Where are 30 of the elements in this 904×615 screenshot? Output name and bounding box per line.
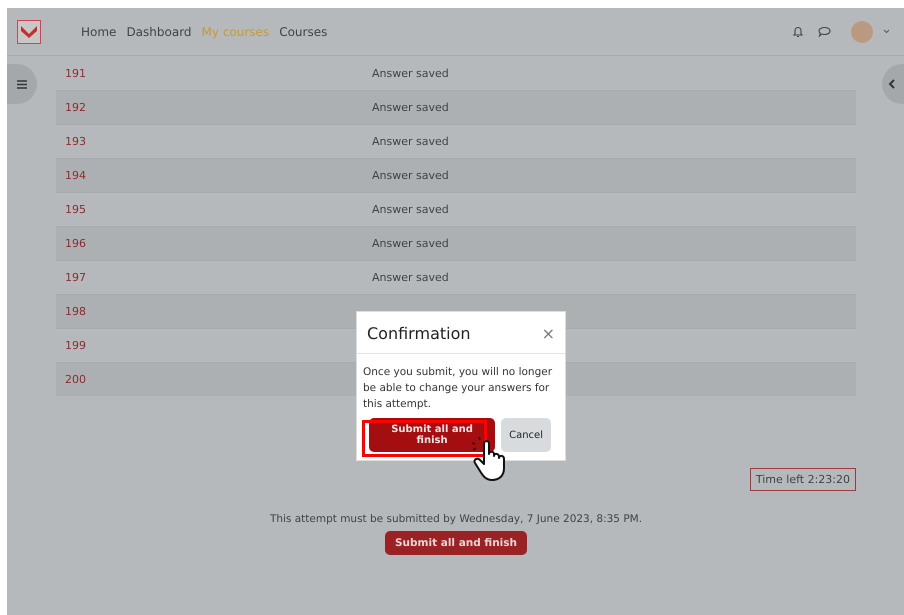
nav-link[interactable]: Courses xyxy=(279,24,328,38)
timer: Time left 2:23:20 xyxy=(750,468,856,491)
question-link[interactable]: 194 xyxy=(56,169,372,182)
question-link[interactable]: 192 xyxy=(56,101,372,114)
dialog-title: Confirmation xyxy=(367,324,471,343)
question-link[interactable]: 191 xyxy=(56,66,372,80)
status-text: Answer saved xyxy=(372,271,449,284)
nav-link[interactable]: Home xyxy=(81,24,116,38)
chevron-icon[interactable] xyxy=(882,64,904,104)
status-text: Answer saved xyxy=(372,66,449,80)
status-text: Answer saved xyxy=(372,169,449,182)
dialog-message: Once you submit, you will no longer be able to change your answers for this attempt. xyxy=(363,365,554,412)
status-text: Answer saved xyxy=(372,237,449,250)
cancel-button[interactable]: Cancel xyxy=(501,418,551,452)
question-link[interactable]: 197 xyxy=(56,271,372,284)
status-text: Answer saved xyxy=(372,101,449,114)
nav-link[interactable]: Dashboard xyxy=(126,24,192,38)
status-text: Answer saved xyxy=(372,135,449,148)
question-link[interactable]: 196 xyxy=(56,237,372,250)
deadline-text: This attempt must be submitted by Wednesday, 7 June 2023, 8:35 PM. xyxy=(268,513,644,525)
close-button[interactable]: × xyxy=(542,324,555,343)
status-text: Answer saved xyxy=(372,203,449,216)
bell-icon[interactable] xyxy=(792,25,804,38)
chat-icon[interactable] xyxy=(818,26,831,38)
question-link[interactable]: 193 xyxy=(56,135,372,148)
caret-icon[interactable] xyxy=(883,29,890,34)
submit-button[interactable]: Submit all and finish xyxy=(384,531,528,555)
question-link[interactable]: 195 xyxy=(56,203,372,216)
logo-icon[interactable] xyxy=(17,20,41,44)
list-icon[interactable] xyxy=(7,64,37,104)
